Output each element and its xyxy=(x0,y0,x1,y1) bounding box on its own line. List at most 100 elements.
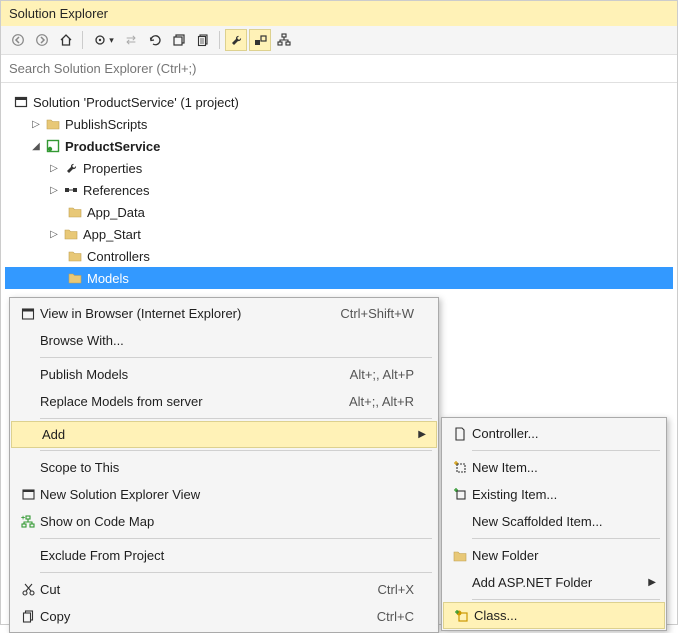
tree-node-publishscripts[interactable]: ▷ PublishScripts xyxy=(5,113,673,135)
menu-item-controller[interactable]: Controller... xyxy=(442,420,666,447)
menu-item-new-solution-view[interactable]: New Solution Explorer View xyxy=(10,481,438,508)
context-submenu-add: Controller... New Item... Existing Item.… xyxy=(441,417,667,631)
tree-label: Models xyxy=(87,271,129,286)
tree-node-appdata[interactable]: App_Data xyxy=(5,201,673,223)
menu-item-new-folder[interactable]: New Folder xyxy=(442,542,666,569)
stack-icon xyxy=(171,32,187,48)
chevron-right-icon: ▶ xyxy=(646,577,656,588)
menu-item-class[interactable]: Class... xyxy=(443,602,665,629)
tree-label: References xyxy=(83,183,149,198)
folder-icon xyxy=(67,204,83,220)
chevron-right-icon: ▶ xyxy=(416,429,426,440)
menu-separator xyxy=(40,357,432,358)
tree-label: ProductService xyxy=(65,139,160,154)
menu-item-browse-with[interactable]: Browse With... xyxy=(10,327,438,354)
properties-button[interactable] xyxy=(225,29,247,51)
class-icon xyxy=(450,609,474,623)
toolbar: ▾ ⇄ xyxy=(1,26,677,55)
menu-item-cut[interactable]: Cut Ctrl+X xyxy=(10,576,438,603)
cycle-icon xyxy=(147,32,163,48)
pending-changes-button[interactable]: ▾ xyxy=(88,29,118,51)
menu-label: Show on Code Map xyxy=(40,514,418,529)
codemap-icon: + xyxy=(16,515,40,529)
tree-label: Controllers xyxy=(87,249,150,264)
menu-item-aspnet-folder[interactable]: Add ASP.NET Folder ▶ xyxy=(442,569,666,596)
menu-item-show-on-code-map[interactable]: + Show on Code Map xyxy=(10,508,438,535)
menu-shortcut: Alt+;, Alt+P xyxy=(350,367,418,382)
csharp-project-icon xyxy=(45,138,61,154)
tree-node-references[interactable]: ▷ References xyxy=(5,179,673,201)
menu-separator xyxy=(40,450,432,451)
menu-label: New Folder xyxy=(472,548,656,563)
folder-icon xyxy=(67,248,83,264)
wrench-icon xyxy=(63,160,79,176)
refresh-button[interactable] xyxy=(144,29,166,51)
cut-icon xyxy=(16,583,40,596)
tree-node-controllers[interactable]: Controllers xyxy=(5,245,673,267)
search-input[interactable] xyxy=(1,55,677,82)
nav-back-button[interactable] xyxy=(7,29,29,51)
arrow-left-icon xyxy=(10,32,26,48)
folder-icon xyxy=(45,116,61,132)
menu-label: Existing Item... xyxy=(472,487,656,502)
view-class-diagram-button[interactable] xyxy=(273,29,295,51)
files-icon xyxy=(195,32,211,48)
menu-item-new-scaffolded-item[interactable]: New Scaffolded Item... xyxy=(442,508,666,535)
solution-tree: Solution 'ProductService' (1 project) ▷ … xyxy=(1,83,677,297)
folder-icon xyxy=(67,270,83,286)
menu-item-copy[interactable]: Copy Ctrl+C xyxy=(10,603,438,630)
preview-icon xyxy=(252,32,268,48)
menu-item-publish-models[interactable]: Publish Models Alt+;, Alt+P xyxy=(10,361,438,388)
menu-label: Scope to This xyxy=(40,460,418,475)
new-folder-icon xyxy=(448,550,472,562)
menu-item-existing-item[interactable]: Existing Item... xyxy=(442,481,666,508)
menu-item-exclude-from-project[interactable]: Exclude From Project xyxy=(10,542,438,569)
tree-node-solution[interactable]: Solution 'ProductService' (1 project) xyxy=(5,91,673,113)
menu-label: Cut xyxy=(40,582,378,597)
preview-button[interactable] xyxy=(249,29,271,51)
sync-button[interactable]: ⇄ xyxy=(120,29,142,51)
references-icon xyxy=(63,182,79,198)
tree-node-properties[interactable]: ▷ Properties xyxy=(5,157,673,179)
tree-node-models[interactable]: Models xyxy=(5,267,673,289)
menu-item-scope-to-this[interactable]: Scope to This xyxy=(10,454,438,481)
nav-forward-button[interactable] xyxy=(31,29,53,51)
menu-label: Class... xyxy=(474,608,654,623)
menu-shortcut: Ctrl+Shift+W xyxy=(340,306,418,321)
show-all-files-button[interactable] xyxy=(192,29,214,51)
menu-item-view-in-browser[interactable]: View in Browser (Internet Explorer) Ctrl… xyxy=(10,300,438,327)
caret-down-icon: ◢ xyxy=(31,141,41,152)
menu-item-replace-models[interactable]: Replace Models from server Alt+;, Alt+R xyxy=(10,388,438,415)
circle-dot-icon xyxy=(92,32,108,48)
menu-label: Controller... xyxy=(472,426,656,441)
menu-label: New Scaffolded Item... xyxy=(472,514,656,529)
tree-label: Solution 'ProductService' (1 project) xyxy=(33,95,239,110)
toolbar-separator xyxy=(82,31,83,49)
tree-node-project[interactable]: ◢ ProductService xyxy=(5,135,673,157)
folder-icon xyxy=(63,226,79,242)
menu-label: New Item... xyxy=(472,460,656,475)
menu-separator xyxy=(472,450,660,451)
menu-item-add[interactable]: Add ▶ xyxy=(11,421,437,448)
svg-text:+: + xyxy=(21,515,25,522)
copy-icon xyxy=(16,610,40,623)
menu-label: View in Browser (Internet Explorer) xyxy=(40,306,340,321)
menu-label: Replace Models from server xyxy=(40,394,349,409)
context-menu: View in Browser (Internet Explorer) Ctrl… xyxy=(9,297,439,633)
home-icon xyxy=(58,32,74,48)
home-button[interactable] xyxy=(55,29,77,51)
menu-separator xyxy=(40,572,432,573)
tree-label: App_Data xyxy=(87,205,145,220)
tree-node-appstart[interactable]: ▷ App_Start xyxy=(5,223,673,245)
menu-shortcut: Ctrl+X xyxy=(378,582,418,597)
existing-item-icon xyxy=(448,488,472,501)
menu-item-new-item[interactable]: New Item... xyxy=(442,454,666,481)
window-icon xyxy=(16,488,40,501)
menu-shortcut: Alt+;, Alt+R xyxy=(349,394,418,409)
browser-icon xyxy=(16,307,40,321)
collapse-all-button[interactable] xyxy=(168,29,190,51)
caret-right-icon: ▷ xyxy=(49,163,59,174)
tree-label: App_Start xyxy=(83,227,141,242)
menu-label: New Solution Explorer View xyxy=(40,487,418,502)
chevron-down-icon: ▾ xyxy=(109,35,114,46)
